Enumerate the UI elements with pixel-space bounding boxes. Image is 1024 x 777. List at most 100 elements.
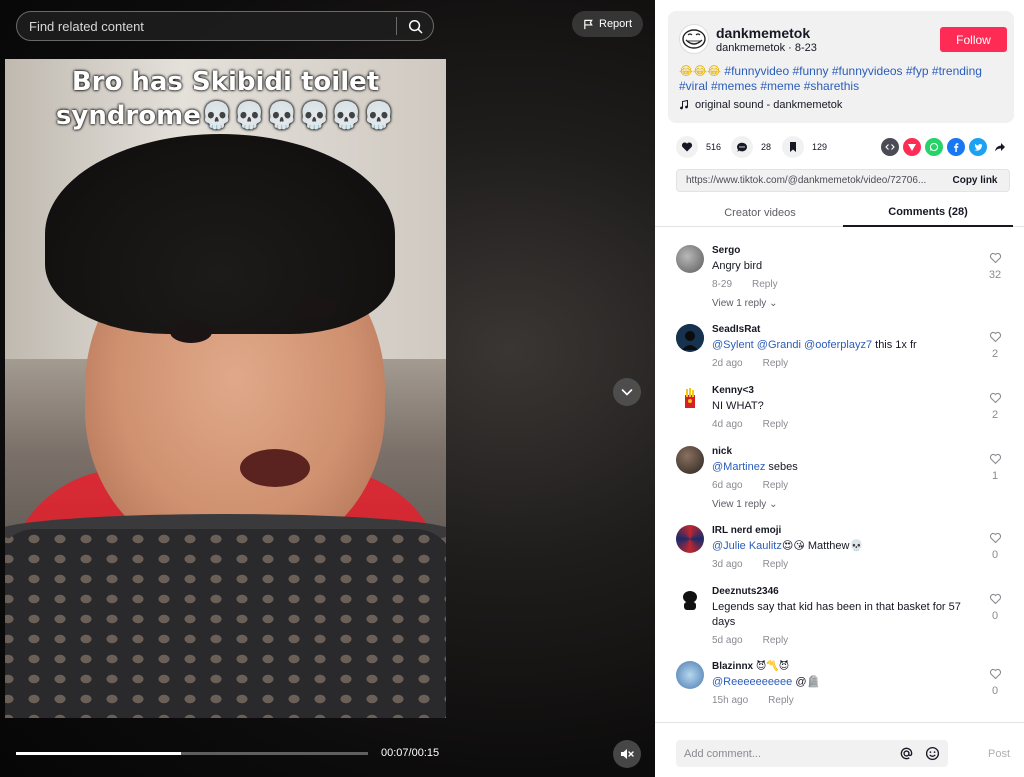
search-input[interactable]: [17, 12, 396, 40]
comment-like-count: 2: [991, 409, 999, 421]
comment-like-count: 32: [988, 269, 1002, 281]
avatar[interactable]: [676, 446, 704, 474]
comment-username[interactable]: Blazinnx 😈〽️😈: [712, 661, 789, 672]
view-replies-button[interactable]: View 1 reply ⌄: [712, 298, 777, 309]
comment-like-button[interactable]: 2: [987, 331, 1003, 360]
comment-meta: 6d ago Reply: [712, 480, 788, 491]
comment-body: Angry bird: [712, 260, 763, 272]
comment-time: 3d ago: [712, 559, 743, 570]
comment-body: @🪦: [792, 676, 821, 688]
comment-time: 5d ago: [712, 635, 743, 646]
search-bar: [16, 11, 434, 41]
comment-username[interactable]: SeadIsRat: [712, 324, 760, 335]
comment-mentions[interactable]: @Sylent @Grandi @ooferplayz7: [712, 339, 872, 351]
comment-text: Legends say that kid has been in that ba…: [712, 600, 982, 630]
reply-button[interactable]: Reply: [763, 358, 789, 369]
save-action[interactable]: 129: [782, 136, 827, 158]
tab-creator-videos[interactable]: Creator videos: [675, 199, 845, 227]
flag-icon: [584, 19, 593, 29]
comment-mentions[interactable]: @Reeeeeeeeee: [712, 676, 792, 688]
share-arrow-icon[interactable]: [991, 138, 1009, 156]
playback-time: 00:07/00:15: [381, 747, 440, 759]
comment-mentions[interactable]: @Julie Kaulitz: [712, 540, 782, 552]
follow-button[interactable]: Follow: [940, 27, 1007, 52]
comment-input[interactable]: [676, 747, 896, 760]
action-bar: 516 28 129: [668, 136, 1014, 158]
video-caption: Bro has Skibidi toilet syndrome💀💀💀💀💀💀: [5, 65, 446, 133]
comment-username[interactable]: IRL nerd emoji: [712, 525, 781, 536]
heart-outline-icon: [989, 392, 1001, 404]
reply-button[interactable]: Reply: [763, 635, 789, 646]
comment-like-button[interactable]: 1: [987, 453, 1003, 482]
comment-time: 8-29: [712, 279, 733, 290]
reply-button[interactable]: Reply: [768, 695, 794, 706]
reply-button[interactable]: Reply: [752, 279, 778, 290]
comment-like-count: 1: [991, 470, 999, 482]
comment-action[interactable]: 28: [731, 136, 771, 158]
reply-button[interactable]: Reply: [763, 419, 789, 430]
comment-like-button[interactable]: 2: [987, 392, 1003, 421]
comment-time: 2d ago: [712, 358, 743, 369]
comment-username[interactable]: Sergo: [712, 245, 740, 256]
comment-username[interactable]: nick: [712, 446, 732, 457]
comment-meta: 15h ago Reply: [712, 695, 794, 706]
reply-button[interactable]: Reply: [763, 559, 789, 570]
copy-link-button[interactable]: Copy link: [941, 175, 1009, 186]
avatar[interactable]: [676, 525, 704, 553]
facebook-icon[interactable]: [947, 138, 965, 156]
comment-meta: 8-29 Reply: [712, 279, 778, 290]
send-icon[interactable]: [903, 138, 921, 156]
caption-line-2: syndrome💀💀💀💀💀💀: [55, 101, 396, 131]
comment-text: @Martinez sebes: [712, 460, 982, 475]
speaker-muted-icon: [621, 749, 634, 759]
heart-outline-icon: [989, 593, 1001, 605]
post-date: 8-23: [794, 42, 817, 54]
comment-like-button[interactable]: 0: [987, 532, 1003, 561]
avatar[interactable]: [676, 324, 704, 352]
avatar[interactable]: [676, 661, 704, 689]
comment-like-button[interactable]: 32: [987, 252, 1003, 281]
description-hashtags[interactable]: #funnyvideo #funny #funnyvideos #fyp #tr…: [679, 64, 982, 93]
video-url[interactable]: https://www.tiktok.com/@dankmemetok/vide…: [677, 175, 941, 186]
comment-list: Sergo Angry bird 8-29 Reply 32 View 1 re…: [655, 228, 1024, 722]
report-button[interactable]: Report: [572, 11, 644, 37]
comment-count: 28: [761, 142, 772, 152]
avatar[interactable]: [676, 245, 704, 273]
next-video-button[interactable]: [613, 378, 641, 406]
video-frame[interactable]: Bro has Skibidi toilet syndrome💀💀💀💀💀💀: [5, 59, 446, 718]
search-button[interactable]: [397, 12, 433, 40]
comment-mentions[interactable]: @Martinez: [712, 461, 765, 473]
video-mouth: [240, 449, 310, 487]
comment-text: NI WHAT?: [712, 399, 982, 414]
comment-time: 4d ago: [712, 419, 743, 430]
like-action[interactable]: 516: [676, 136, 721, 158]
author-username[interactable]: dankmemetok: [716, 25, 810, 41]
view-replies-label: View 1 reply: [712, 499, 767, 510]
comment-username[interactable]: Deeznuts2346: [712, 586, 779, 597]
embed-icon[interactable]: [881, 138, 899, 156]
avatar[interactable]: [676, 586, 704, 614]
progress-bar[interactable]: [16, 752, 368, 755]
mention-at-icon[interactable]: [896, 744, 916, 764]
reply-button[interactable]: Reply: [763, 480, 789, 491]
sound-name: original sound - dankmemetok: [695, 99, 843, 111]
comment-like-button[interactable]: 0: [987, 668, 1003, 697]
comment-username[interactable]: Kenny<3: [712, 385, 754, 396]
whatsapp-icon[interactable]: [925, 138, 943, 156]
tab-comments[interactable]: Comments (28): [843, 199, 1013, 227]
emoji-icon[interactable]: [922, 744, 942, 764]
mute-button[interactable]: [613, 740, 641, 768]
post-button[interactable]: Post: [988, 748, 1010, 760]
comment-text: @Julie Kaulitz😍😘 Matthew💀: [712, 539, 982, 554]
comment-like-button[interactable]: 0: [987, 593, 1003, 622]
avatar[interactable]: [676, 385, 704, 413]
author-avatar[interactable]: [679, 24, 709, 54]
video-player: Report Bro has Skibidi toilet syndrome💀💀…: [0, 0, 655, 777]
twitter-icon[interactable]: [969, 138, 987, 156]
comment-text: Angry bird: [712, 259, 982, 274]
sound-link[interactable]: original sound - dankmemetok: [679, 99, 842, 111]
panel-tabs: Creator videos Comments (28): [655, 199, 1024, 227]
like-count: 516: [706, 142, 722, 152]
view-replies-button[interactable]: View 1 reply ⌄: [712, 499, 777, 510]
comment-time: 15h ago: [712, 695, 749, 706]
